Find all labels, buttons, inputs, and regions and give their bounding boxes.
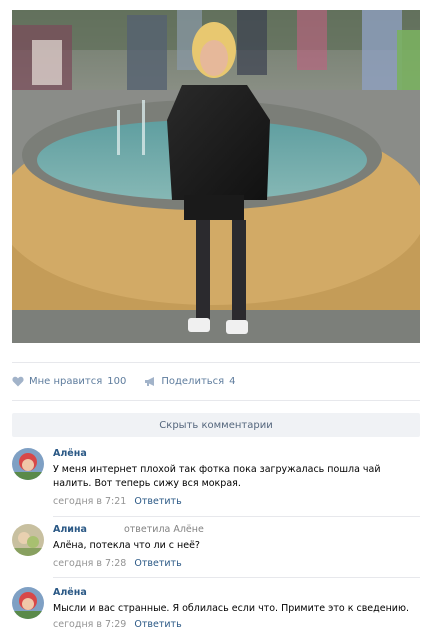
divider — [53, 577, 420, 578]
comment-time[interactable]: сегодня в 7:21 — [53, 496, 126, 507]
like-label: Мне нравится — [29, 375, 103, 387]
comment-meta: сегодня в 7:28 Ответить — [53, 558, 420, 570]
share-label: Поделиться — [161, 375, 225, 387]
reply-button[interactable]: Ответить — [134, 619, 181, 630]
comment-text: У меня интернет плохой так фотка пока за… — [53, 464, 381, 489]
reply-button[interactable]: Ответить — [134, 496, 181, 507]
avatar[interactable] — [12, 448, 44, 480]
comment-item: Алёна Мысли и вас странные. Я облилась е… — [12, 587, 420, 635]
avatar[interactable] — [12, 524, 44, 556]
reply-button[interactable]: Ответить — [134, 558, 181, 569]
reply-to-label[interactable]: ответила Алёне — [124, 524, 204, 536]
comment-author[interactable]: Алёна — [53, 448, 87, 460]
comment-meta: сегодня в 7:29 Ответить — [53, 619, 420, 631]
like-count: 100 — [107, 375, 127, 387]
comment-text: Алёна, потекла что ли с неё? — [53, 540, 200, 551]
heart-icon — [12, 376, 24, 386]
divider — [12, 400, 420, 401]
post-photo[interactable] — [12, 10, 420, 343]
megaphone-icon — [145, 376, 155, 386]
divider — [12, 362, 420, 363]
avatar[interactable] — [12, 587, 44, 619]
comment-text: Мысли и вас странные. Я облилась если чт… — [53, 603, 409, 614]
comment-author[interactable]: Алина — [53, 524, 87, 536]
comment-author[interactable]: Алёна — [53, 587, 87, 599]
share-button[interactable]: Поделиться 4 — [144, 375, 236, 387]
comment-item: Алёна У меня интернет плохой так фотка п… — [12, 448, 420, 508]
comment-time[interactable]: сегодня в 7:29 — [53, 619, 126, 630]
comment-time[interactable]: сегодня в 7:28 — [53, 558, 126, 569]
comment-meta: сегодня в 7:21 Ответить — [53, 496, 420, 508]
like-button[interactable]: Мне нравится 100 — [12, 376, 126, 387]
divider — [53, 516, 420, 517]
hide-comments-button[interactable]: Скрыть комментарии — [12, 413, 420, 437]
post-actions: Мне нравится 100 Поделиться 4 — [12, 368, 254, 394]
share-count: 4 — [229, 375, 236, 387]
comment-item: Алина ответила Алёне Алёна, потекла что … — [12, 524, 420, 574]
